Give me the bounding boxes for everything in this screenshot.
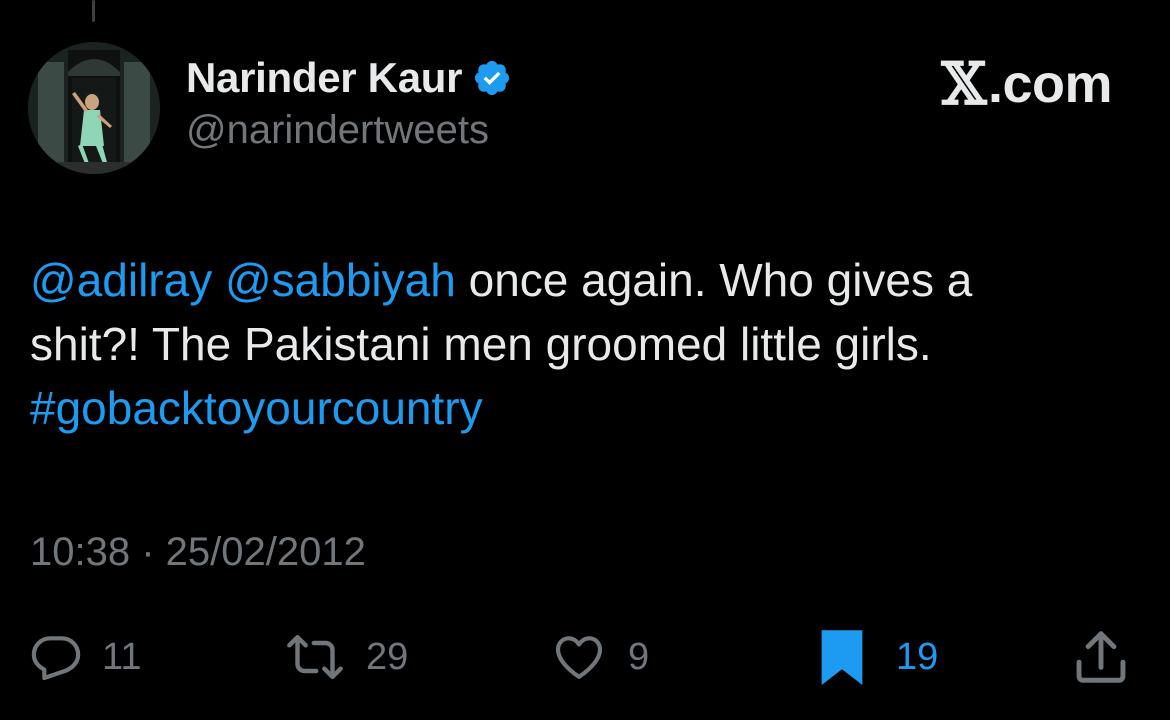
share-upload-icon [1070, 626, 1132, 688]
x-logo-suffix: .com [987, 54, 1113, 114]
reply-button[interactable]: 11 [28, 622, 141, 692]
repost-button[interactable]: 29 [282, 622, 408, 692]
mention-link[interactable]: @adilray [30, 254, 212, 306]
tweet-text: @adilray @sabbiyah once again. Who gives… [30, 248, 1140, 440]
heart-outline-icon [548, 629, 610, 685]
bookmark-button[interactable]: 19 [814, 622, 938, 692]
tweet-timestamp[interactable]: 10:38 · 25/02/2012 [30, 530, 366, 575]
tweet-body-text: once again. Who gives a [455, 254, 973, 306]
author-handle[interactable]: @narindertweets [186, 108, 489, 153]
tweet-line-2: shit?! The Pakistani men groomed little … [30, 318, 932, 370]
share-button[interactable] [1070, 622, 1132, 692]
action-bar: 11 29 9 19 [0, 622, 1170, 692]
like-count: 9 [628, 635, 650, 678]
repost-count: 29 [366, 635, 409, 678]
repost-arrows-icon [282, 629, 348, 685]
like-button[interactable]: 9 [548, 622, 649, 692]
author-display-name[interactable]: Narinder Kaur [186, 54, 462, 102]
thread-connector-line [92, 0, 95, 22]
avatar-photo [28, 42, 160, 174]
tweet-line-3: #gobacktoyourcountry [30, 376, 1140, 440]
verified-badge-icon[interactable] [472, 58, 512, 98]
reply-bubble-icon [28, 629, 84, 685]
tweet-line-1: @adilray @sabbiyah once again. Who gives… [30, 248, 1140, 312]
avatar[interactable] [28, 42, 160, 174]
bookmark-filled-icon [814, 626, 870, 688]
mention-link[interactable]: @sabbiyah [225, 254, 456, 306]
x-logo: 𝕏 .com [941, 50, 1112, 118]
bookmark-count: 19 [896, 635, 939, 678]
hashtag-link[interactable]: #gobacktoyourcountry [30, 382, 483, 434]
reply-count: 11 [102, 635, 142, 678]
x-logo-glyph: 𝕏 [941, 50, 986, 118]
author-name-row[interactable]: Narinder Kaur [186, 52, 512, 104]
